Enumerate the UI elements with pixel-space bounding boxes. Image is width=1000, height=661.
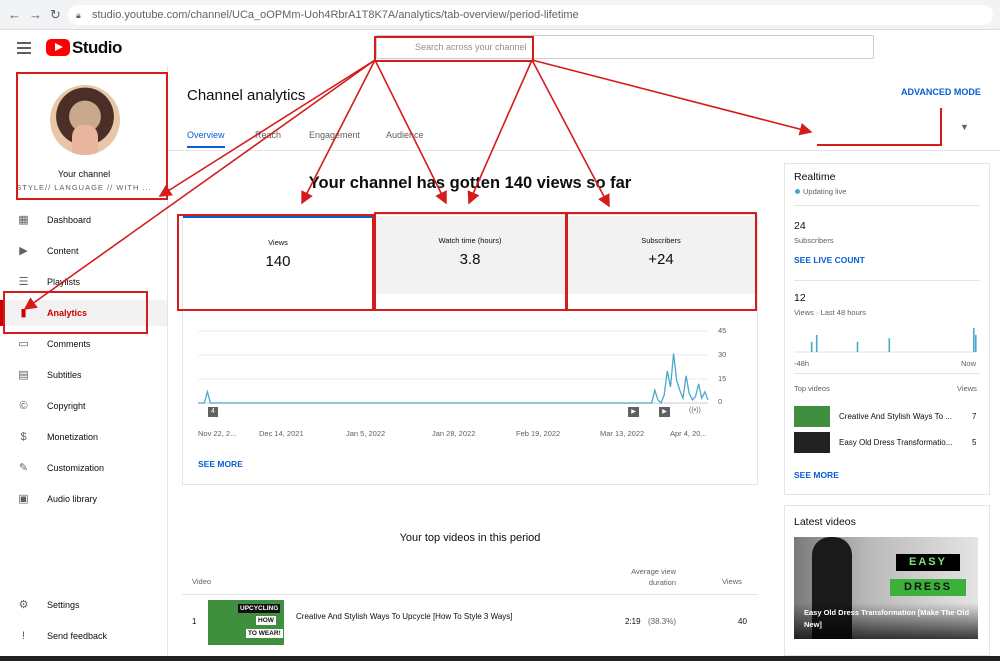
realtime-bar [975, 334, 977, 352]
annotation-box-views [177, 214, 374, 311]
realtime-bar [815, 334, 818, 352]
top-video-views: 7 [972, 412, 977, 421]
thumbnail-text: EASY [896, 554, 960, 571]
video-thumbnail[interactable] [794, 406, 830, 427]
bar-axis-end: Now [961, 359, 977, 368]
top-videos-label: Top videos [794, 384, 830, 393]
divider [794, 373, 980, 374]
taskbar-strip [0, 656, 1000, 661]
latest-video-caption: Easy Old Dress Transformation [Make The … [804, 608, 970, 629]
annotation-box-watch-time [374, 212, 567, 311]
top-video-title[interactable]: Easy Old Dress Transformatio... [839, 438, 952, 447]
annotation-box-period [817, 108, 942, 146]
latest-videos-title: Latest videos [794, 516, 856, 528]
bar-axis-start: -48h [794, 359, 810, 368]
top-video-views: 5 [972, 438, 977, 447]
realtime-bar [973, 328, 975, 352]
annotation-box-analytics [3, 291, 148, 334]
see-more-link[interactable]: SEE MORE [794, 470, 839, 480]
video-thumbnail[interactable] [794, 432, 830, 453]
thumbnail-text: DRESS [890, 579, 966, 596]
annotation-box-channel [16, 72, 168, 200]
realtime-bar [888, 338, 891, 352]
annotation-box-search [374, 36, 534, 62]
realtime-bar [856, 341, 859, 352]
realtime-bar [810, 341, 813, 352]
top-videos-views-header: Views [957, 384, 977, 393]
annotation-box-subscribers [566, 212, 757, 311]
latest-video-thumbnail[interactable]: EASY DRESS Easy Old Dress Transformation… [794, 537, 978, 639]
top-video-title[interactable]: Creative And Stylish Ways To ... [839, 412, 952, 421]
